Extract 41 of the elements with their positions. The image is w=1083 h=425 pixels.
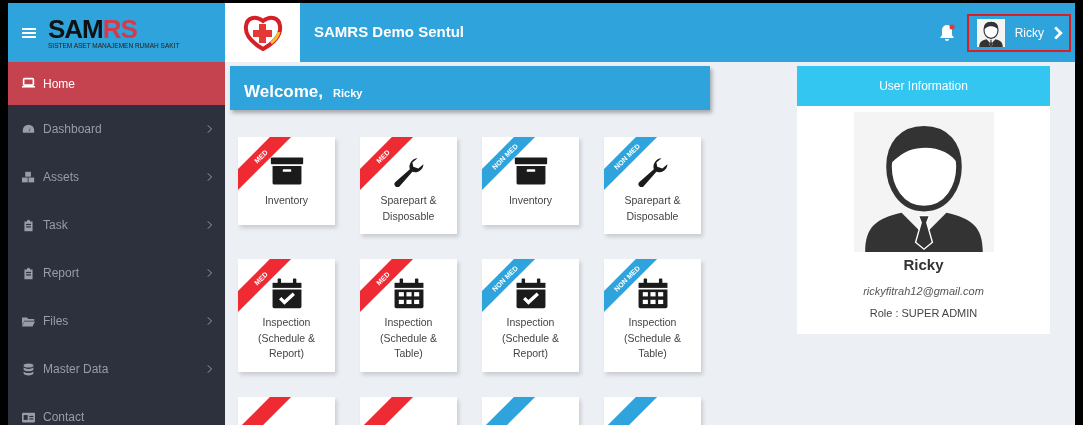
- avatar-icon: [853, 112, 994, 252]
- panel-header: User Information: [797, 66, 1050, 106]
- user-menu-button[interactable]: Ricky: [966, 13, 1071, 52]
- sidebar-item[interactable]: Assets: [8, 153, 225, 201]
- tile-label: Inspection (Schedule & Table): [378, 315, 439, 361]
- tile-label: Inventory: [508, 193, 553, 208]
- avatar-icon: [976, 18, 1005, 47]
- archive-box-icon: [513, 155, 548, 187]
- user-role: Role : SUPER ADMIN: [869, 306, 978, 321]
- wrench-icon: [635, 155, 670, 187]
- sidebar-item[interactable]: Files: [8, 297, 225, 345]
- tile-label: Inventory: [264, 193, 309, 208]
- tile-label: Inspection (Schedule & Report): [500, 315, 561, 361]
- sidebar-item[interactable]: Task: [8, 201, 225, 249]
- tile-label: Sparepart & Disposable: [379, 193, 438, 224]
- sidebar-item[interactable]: Report: [8, 249, 225, 297]
- tile-label: Inspection (Schedule & Report): [256, 315, 317, 361]
- clipboard-icon: [22, 266, 35, 280]
- welcome-name: Ricky: [333, 86, 363, 101]
- clipboard-icon: [22, 218, 35, 232]
- user-name: Ricky: [903, 255, 944, 275]
- brand-logo: SAMRS: [48, 15, 137, 42]
- sidebar-item[interactable]: Contact: [8, 393, 225, 425]
- folder-icon: [22, 314, 35, 328]
- wrench-icon: [391, 155, 426, 187]
- archive-box-icon: [269, 155, 304, 187]
- tile-label: Sparepart & Disposable: [623, 193, 682, 224]
- app-title: SAMRS Demo Sentul: [314, 22, 465, 43]
- monitor-icon: [22, 77, 35, 90]
- bell-icon[interactable]: [938, 23, 955, 42]
- welcome-text: Welcome,: [244, 81, 324, 103]
- tile-label: Inspection (Schedule & Table): [622, 315, 683, 361]
- menu-icon[interactable]: [22, 26, 36, 39]
- sidebar-item[interactable]: Home: [8, 62, 225, 105]
- cubes-icon: [22, 170, 35, 184]
- gauge-icon: [22, 122, 35, 136]
- database-icon: [22, 362, 35, 376]
- sidebar-item[interactable]: Dashboard: [8, 105, 225, 153]
- chevron-right-icon: [1054, 25, 1063, 40]
- sidebar-item[interactable]: Master Data: [8, 345, 225, 393]
- user-email: rickyfitrah12@gmail.com: [863, 283, 984, 299]
